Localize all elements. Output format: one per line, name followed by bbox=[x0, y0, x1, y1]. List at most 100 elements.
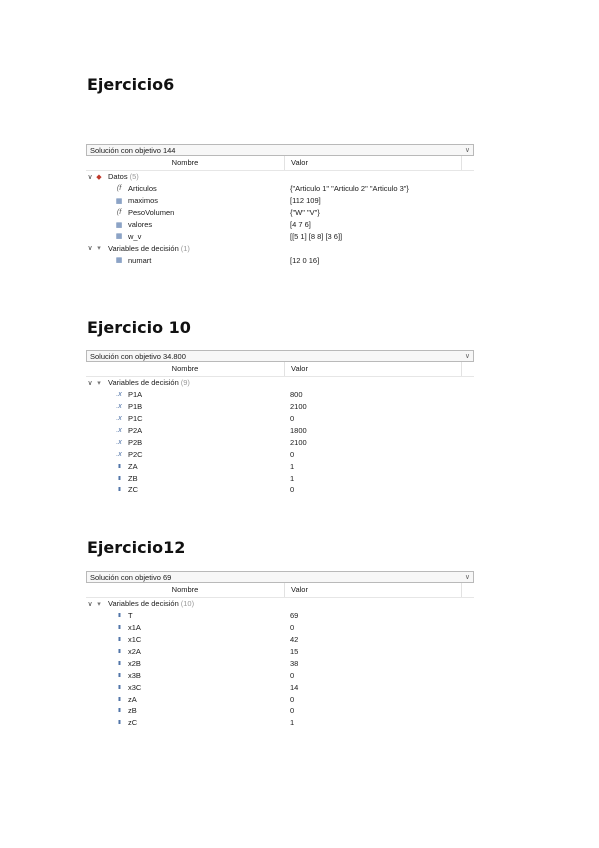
row-count: (9) bbox=[180, 378, 190, 388]
array-icon: ▦ bbox=[115, 233, 123, 241]
tree-row-group[interactable]: ∨ ◆ Datos (5) bbox=[86, 171, 474, 183]
expand-chevron-icon[interactable]: ∨ bbox=[86, 173, 94, 181]
row-label: ZA bbox=[128, 461, 138, 471]
row-label: P2B bbox=[128, 437, 143, 447]
data-group-icon: ◆ bbox=[96, 173, 102, 181]
expand-chevron-icon[interactable]: ∨ bbox=[86, 244, 94, 252]
chevron-down-icon[interactable]: ∨ bbox=[465, 352, 470, 360]
tree-row[interactable]: .x P1B 2100 bbox=[86, 401, 474, 413]
tree-row-group[interactable]: ∨ ▾ Variables de decisión (1) bbox=[86, 242, 474, 254]
row-value: 0 bbox=[290, 623, 295, 633]
row-label: zA bbox=[128, 694, 137, 704]
int-variable-icon: ıı bbox=[118, 659, 121, 667]
row-value: [4 7 6] bbox=[290, 220, 311, 229]
tree-row[interactable]: ıı zA 0 bbox=[86, 693, 474, 705]
row-value: 2100 bbox=[290, 402, 307, 412]
solution-dropdown[interactable]: Solución con objetivo 69 ∨ bbox=[86, 571, 474, 583]
tree-row[interactable]: ıı zB 0 bbox=[86, 705, 474, 717]
column-header-row: Nombre Valor bbox=[86, 362, 474, 377]
row-label: P1B bbox=[128, 402, 143, 412]
tree-row[interactable]: ▦ w_v [[5 1] [8 8] [3 6]] bbox=[86, 230, 474, 242]
column-name-header[interactable]: Nombre bbox=[86, 156, 285, 170]
row-label: T bbox=[128, 611, 133, 621]
row-count: (1) bbox=[180, 243, 190, 253]
section-heading: Ejercicio 10 bbox=[87, 318, 191, 337]
expand-chevron-icon[interactable]: ∨ bbox=[86, 600, 94, 608]
tree-row[interactable]: ıı ZA 1 bbox=[86, 460, 474, 472]
row-label: P1C bbox=[128, 414, 143, 424]
row-label: Variables de decisión bbox=[108, 599, 179, 609]
float-variable-icon: .x bbox=[116, 403, 122, 411]
int-variable-icon: ıı bbox=[118, 719, 121, 727]
int-variable-icon: ıı bbox=[118, 707, 121, 715]
row-value: {"Articulo 1" "Articulo 2" "Articulo 3"} bbox=[290, 184, 409, 194]
column-header-row: Nombre Valor bbox=[86, 156, 474, 171]
tree-row[interactable]: ıı ZC 0 bbox=[86, 484, 474, 496]
solution-dropdown[interactable]: Solución con objetivo 34.800 ∨ bbox=[86, 350, 474, 362]
row-label: P2C bbox=[128, 449, 143, 459]
tree-row[interactable]: .x P2B 2100 bbox=[86, 436, 474, 448]
dropdown-value: Solución con objetivo 144 bbox=[90, 145, 176, 155]
chevron-down-icon[interactable]: ∨ bbox=[465, 146, 470, 154]
tree-row-group[interactable]: ∨ ▾ Variables de decisión (9) bbox=[86, 377, 474, 389]
row-value: 0 bbox=[290, 670, 295, 680]
dropdown-value: Solución con objetivo 69 bbox=[90, 572, 172, 582]
tree-row[interactable]: (f Articulos {"Articulo 1" "Articulo 2" "… bbox=[86, 183, 474, 195]
tree-row[interactable]: ıı x3C 14 bbox=[86, 681, 474, 693]
section-heading: Ejercicio12 bbox=[87, 538, 186, 557]
tree-row[interactable]: ıı ZB 1 bbox=[86, 472, 474, 484]
tree-row[interactable]: ıı x2A 15 bbox=[86, 646, 474, 658]
tree-row[interactable]: ıı x3B 0 bbox=[86, 669, 474, 681]
tree-row[interactable]: .x P1C 0 bbox=[86, 413, 474, 425]
tree-row[interactable]: ıı x1A 0 bbox=[86, 622, 474, 634]
row-value: [12 0 16] bbox=[290, 255, 320, 265]
row-value: 1 bbox=[290, 718, 295, 728]
float-variable-icon: .x bbox=[116, 438, 122, 446]
tree-row[interactable]: .x P2A 1800 bbox=[86, 425, 474, 437]
tree-row[interactable]: (f PesoVolumen {"W" "V"} bbox=[86, 207, 474, 219]
tree-row[interactable]: ▦ numart [12 0 16] bbox=[86, 254, 474, 266]
row-label: w_v bbox=[128, 231, 142, 241]
row-value: 0 bbox=[290, 414, 295, 424]
int-variable-icon: ıı bbox=[118, 695, 121, 703]
row-label: Datos bbox=[108, 172, 128, 182]
tree-row[interactable]: .x P1A 800 bbox=[86, 389, 474, 401]
expand-chevron-icon[interactable]: ∨ bbox=[86, 379, 94, 387]
row-value: 15 bbox=[290, 647, 299, 656]
column-value-header[interactable]: Valor bbox=[285, 362, 462, 376]
column-name-header[interactable]: Nombre bbox=[86, 583, 285, 597]
column-name-header[interactable]: Nombre bbox=[86, 362, 285, 376]
tree-row[interactable]: ▦ maximos [112 109] bbox=[86, 195, 474, 207]
solution-dropdown[interactable]: Solución con objetivo 144 ∨ bbox=[86, 144, 474, 156]
row-value: 1 bbox=[290, 473, 295, 483]
row-label: zB bbox=[128, 706, 137, 716]
row-label: ZC bbox=[128, 485, 138, 495]
int-variable-icon: ıı bbox=[118, 636, 121, 644]
row-label: x2A bbox=[128, 647, 141, 656]
row-label: x3C bbox=[128, 682, 142, 692]
int-variable-icon: ıı bbox=[118, 624, 121, 632]
float-variable-icon: .x bbox=[116, 415, 122, 423]
tree-row[interactable]: ıı x1C 42 bbox=[86, 634, 474, 646]
row-value: 1800 bbox=[290, 426, 307, 435]
row-value: 38 bbox=[290, 658, 299, 668]
tree-row[interactable]: ıı x2B 38 bbox=[86, 657, 474, 669]
row-label: numart bbox=[128, 255, 152, 265]
int-variable-icon: ıı bbox=[118, 671, 121, 679]
int-variable-icon: ıı bbox=[118, 612, 121, 620]
tree-row[interactable]: ıı T 69 bbox=[86, 610, 474, 622]
tree-row[interactable]: ▦ valores [4 7 6] bbox=[86, 219, 474, 231]
column-value-header[interactable]: Valor bbox=[285, 156, 462, 170]
row-label: x3B bbox=[128, 670, 141, 680]
tree-row-group[interactable]: ∨ ▾ Variables de decisión (10) bbox=[86, 598, 474, 610]
string-set-icon: (f bbox=[116, 209, 122, 217]
row-label: Articulos bbox=[128, 184, 157, 194]
row-label: Variables de decisión bbox=[108, 243, 179, 253]
int-variable-icon: ıı bbox=[118, 683, 121, 691]
tree-row[interactable]: .x P2C 0 bbox=[86, 448, 474, 460]
tree-row[interactable]: ıı zC 1 bbox=[86, 717, 474, 729]
column-value-header[interactable]: Valor bbox=[285, 583, 462, 597]
int-variable-icon: ıı bbox=[118, 648, 121, 655]
chevron-down-icon[interactable]: ∨ bbox=[465, 573, 470, 581]
row-value: [[5 1] [8 8] [3 6]] bbox=[290, 231, 343, 241]
